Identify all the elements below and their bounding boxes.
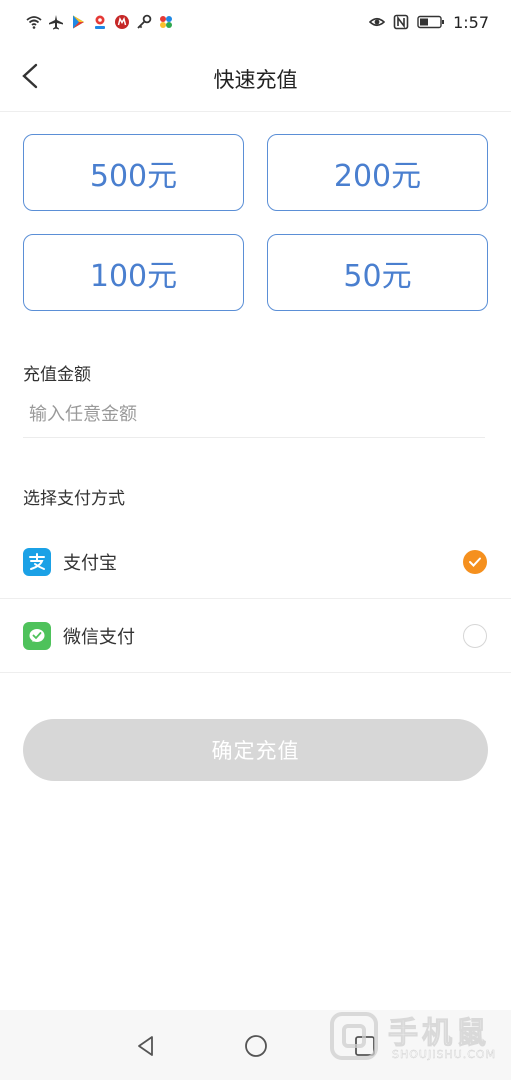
watermark-url: SHOUJISHU.COM <box>392 1048 497 1061</box>
wechat-pay-icon <box>23 621 51 650</box>
pinwheel-icon <box>158 14 174 30</box>
page-title: 快速充值 <box>213 68 298 92</box>
payment-section-label: 选择支付方式 <box>23 489 125 509</box>
key-icon <box>136 14 152 30</box>
system-home-button[interactable] <box>244 1034 268 1058</box>
amount-input[interactable] <box>23 392 485 438</box>
circle-home-icon <box>245 1035 267 1057</box>
eye-icon <box>369 14 386 30</box>
airplane-icon <box>48 14 64 30</box>
map-pin-icon <box>92 14 108 30</box>
payment-method-alipay[interactable]: 支付宝 <box>0 525 511 599</box>
amount-option-50[interactable]: 50元 <box>267 234 488 311</box>
radio-unselected-icon[interactable] <box>463 623 487 648</box>
watermark-text: 手机鼠 <box>388 1016 490 1052</box>
nfc-icon <box>393 14 409 30</box>
amount-option-500[interactable]: 500元 <box>23 134 244 211</box>
payment-method-name: 支付宝 <box>63 552 117 574</box>
watermark: 手机鼠 SHOUJISHU.COM <box>326 1004 498 1068</box>
amount-section-label: 充值金额 <box>23 365 91 385</box>
payment-method-name: 微信支付 <box>63 626 135 648</box>
payment-method-wechat[interactable]: 微信支付 <box>0 599 511 673</box>
play-store-icon <box>70 14 86 30</box>
app-badge-icon <box>114 14 130 30</box>
amount-option-200[interactable]: 200元 <box>267 134 488 211</box>
confirm-recharge-button[interactable]: 确定充值 <box>23 719 488 781</box>
status-icons-left <box>26 14 174 30</box>
nav-bar: 快速充值 <box>0 44 511 112</box>
radio-selected-icon[interactable] <box>463 549 487 574</box>
amount-options: 500元 200元 100元 50元 <box>23 134 488 312</box>
status-time: 1:57 <box>453 12 489 32</box>
system-back-button[interactable] <box>134 1034 158 1058</box>
alipay-icon <box>23 547 51 576</box>
status-bar: 1:57 <box>0 0 511 44</box>
amount-option-100[interactable]: 100元 <box>23 234 244 311</box>
battery-icon <box>417 14 445 30</box>
wifi-icon <box>26 14 42 30</box>
status-icons-right: 1:57 <box>369 13 489 32</box>
triangle-back-icon <box>138 1036 153 1056</box>
watermark-logo-icon <box>326 1008 382 1064</box>
